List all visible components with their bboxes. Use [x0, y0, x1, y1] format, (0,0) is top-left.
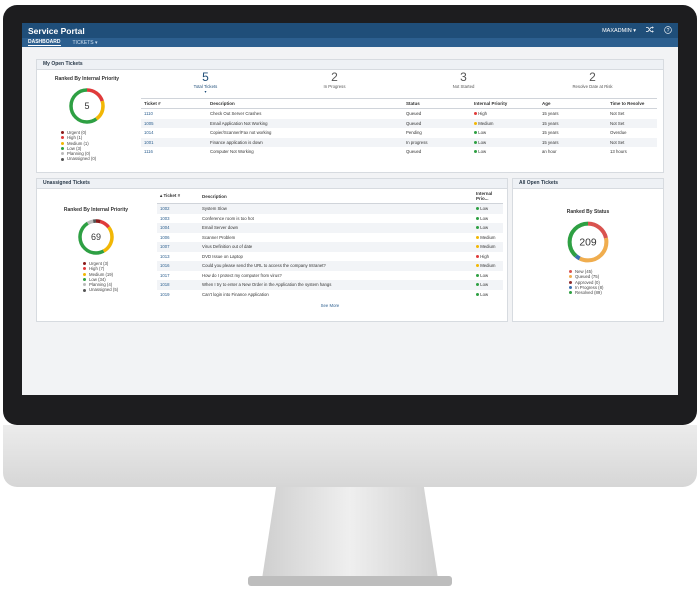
svg-text:?: ? [667, 27, 670, 33]
brand-title: Service Portal [28, 25, 85, 36]
chart-title: Ranked By Status [566, 209, 610, 215]
priority-donut: 69 [78, 219, 114, 255]
top-bar: Service Portal MAXADMIN ▾ ? [22, 23, 678, 38]
col-age[interactable]: Age [539, 99, 607, 109]
col-description[interactable]: Description [199, 189, 473, 204]
table-row[interactable]: 1005 Email Application Not Working Queued … [141, 118, 657, 128]
table-row[interactable]: 1003 Conference room is too hot Low [157, 214, 503, 224]
stat-total-tickets[interactable]: 5 Total Tickets ▾ [141, 70, 270, 98]
table-row[interactable]: 1017 How do I protect my computer from vi… [157, 271, 503, 281]
col-time-to-resolve[interactable]: Time to Resolve [607, 99, 657, 109]
table-row[interactable]: 1007 Virus Definition out of date Medium [157, 242, 503, 252]
priority-legend: Urgent (0) High (1) Medium (1) Low (3) P… [61, 130, 137, 162]
tab-tickets[interactable]: TICKETS ▾ [73, 40, 98, 46]
table-row[interactable]: 1019 Can't login into Finance Application… [157, 290, 503, 300]
help-icon[interactable]: ? [664, 25, 672, 36]
unassigned-tickets-panel: Unassigned Tickets Ranked By Internal Pr… [36, 178, 508, 322]
col-ticket[interactable]: ▴ Ticket # [157, 189, 199, 204]
monitor-stand [262, 487, 438, 579]
status-donut: 209 [567, 221, 609, 263]
panel-title: Unassigned Tickets [37, 179, 507, 189]
my-open-chart: Ranked By Internal Priority 5 Urgent (0)… [37, 70, 137, 170]
table-row[interactable]: 1116 Computer Not Working Queued Low an hou… [141, 147, 657, 157]
table-row[interactable]: 1016 Could you please send the URL to acc… [157, 261, 503, 271]
legend-item: Resolved (89) [569, 290, 663, 295]
unassigned-chart: Ranked By Internal Priority 69 Urgent (3… [37, 189, 155, 293]
table-row[interactable]: 1018 When I try to enter a New Order in t… [157, 280, 503, 290]
panel-title: My Open Tickets [37, 60, 663, 70]
chart-title: Ranked By Internal Priority [63, 207, 129, 213]
monitor-chin [3, 425, 697, 487]
status-legend: New (45) Queued (75) Approved (0) In Pro… [569, 269, 663, 295]
col-status[interactable]: Status [403, 99, 471, 109]
donut-total: 69 [91, 232, 101, 242]
col-ticket[interactable]: Ticket # [141, 99, 207, 109]
panel-title: All Open Tickets [513, 179, 663, 189]
user-menu[interactable]: MAXADMIN ▾ [602, 28, 636, 34]
col-priority[interactable]: Internal Priority [471, 99, 539, 109]
table-row[interactable]: 1001 Finance application is down In progre… [141, 137, 657, 147]
table-row[interactable]: 1013 DVD Issue on Laptop High [157, 252, 503, 262]
screen: Service Portal MAXADMIN ▾ ? DASHBOARD TI… [22, 23, 678, 395]
priority-donut: 5 [69, 88, 105, 124]
my-open-content: 5 Total Tickets ▾ 2 In Progress 3 Not Starte… [141, 70, 657, 157]
table-row[interactable]: 1004 Email Server down Low [157, 223, 503, 233]
table-row[interactable]: 1002 System Slow Low [157, 203, 503, 214]
donut-total: 5 [84, 101, 89, 111]
see-more-link[interactable]: See More [157, 303, 503, 308]
col-description[interactable]: Description [207, 99, 403, 109]
legend-item: Unassigned (0) [61, 156, 137, 161]
priority-legend: Urgent (3) High (7) Medium (19) Low (34)… [83, 261, 155, 293]
nav-bar: DASHBOARD TICKETS ▾ [22, 38, 678, 47]
stat-resolve-at-risk[interactable]: 2 Resolve Date at Risk [528, 70, 657, 98]
unassigned-table: ▴ Ticket # Description Internal Prio... … [157, 189, 503, 299]
legend-item: Unassigned (5) [83, 287, 155, 292]
chart-title: Ranked By Internal Priority [54, 76, 120, 82]
stat-not-started[interactable]: 3 Not Started [399, 70, 528, 98]
unassigned-content: ▴ Ticket # Description Internal Prio... … [157, 189, 503, 308]
stats-bar: 5 Total Tickets ▾ 2 In Progress 3 Not Starte… [141, 70, 657, 99]
shuffle-icon[interactable] [646, 26, 654, 35]
col-priority[interactable]: Internal Prio... [473, 189, 503, 204]
chevron-down-icon: ▾ [204, 89, 207, 94]
table-row[interactable]: 1006 Scanner Problem Medium [157, 233, 503, 243]
table-row[interactable]: 1014 Copier/Scanner/Fax not working Pendin… [141, 128, 657, 138]
donut-total: 209 [579, 237, 597, 248]
table-header: Ticket # Description Status Internal Pri… [141, 99, 657, 109]
tab-dashboard[interactable]: DASHBOARD [28, 39, 61, 46]
my-open-tickets-panel: My Open Tickets Ranked By Internal Prior… [36, 59, 664, 173]
table-header: ▴ Ticket # Description Internal Prio... [157, 189, 503, 204]
table-row[interactable]: 1110 Check Out Server Crashes Queued High 1… [141, 109, 657, 119]
monitor-base [248, 576, 452, 586]
stat-in-progress[interactable]: 2 In Progress [270, 70, 399, 98]
all-open-tickets-panel: All Open Tickets Ranked By Status 209 Ne… [512, 178, 664, 322]
my-tickets-table: Ticket # Description Status Internal Pri… [141, 99, 657, 157]
